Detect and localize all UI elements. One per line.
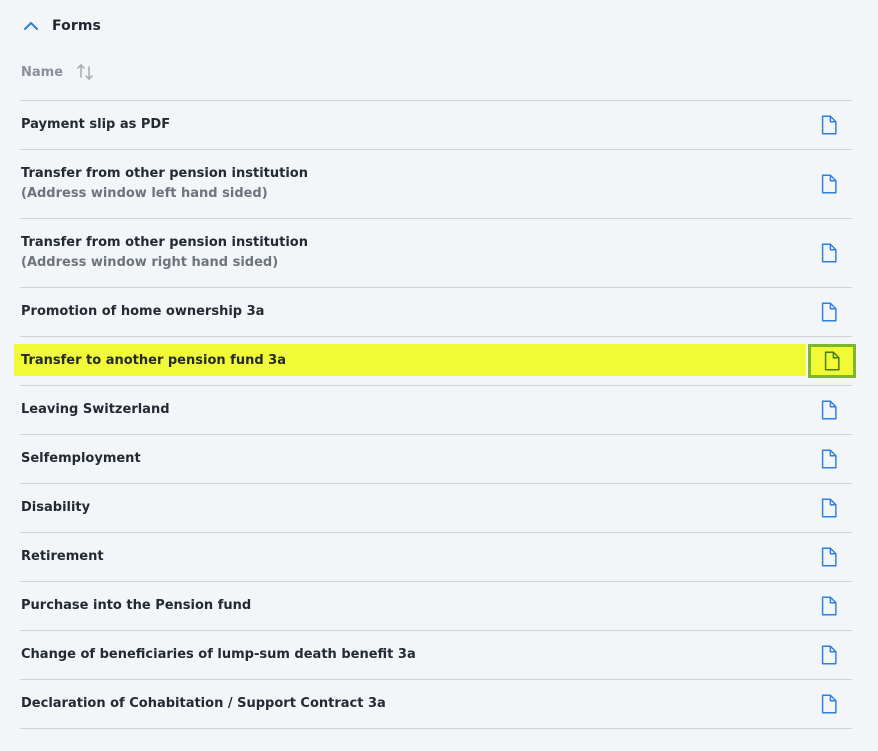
list-item-text: Selfemployment: [20, 449, 141, 469]
list-item-text: Disability: [20, 498, 90, 518]
document-icon[interactable]: [814, 169, 844, 199]
list-item-label: Promotion of home ownership 3a: [21, 304, 265, 319]
list-item[interactable]: Declaration of Cohabitation / Support Co…: [20, 680, 852, 729]
forms-page: Forms Name Payment slip as PDF Transfer f…: [0, 0, 878, 751]
list-item-label: Retirement: [21, 549, 104, 564]
list-item-text: Transfer to another pension fund 3a: [20, 351, 286, 371]
sort-icon[interactable]: [75, 62, 95, 82]
list-item[interactable]: Transfer from other pension institution (…: [20, 219, 852, 288]
list-item[interactable]: Retirement: [20, 533, 852, 582]
list-item-label: Transfer from other pension institution: [21, 235, 308, 250]
list-item[interactable]: Transfer to another pension fund 3a: [14, 337, 856, 386]
list-item-label: Selfemployment: [21, 451, 141, 466]
list-item-text: Declaration of Cohabitation / Support Co…: [20, 694, 386, 714]
list-item[interactable]: Leaving Switzerland: [20, 386, 852, 435]
document-icon[interactable]: [814, 110, 844, 140]
column-name-label: Name: [21, 64, 64, 80]
forms-section-toggle[interactable]: Forms: [20, 14, 101, 38]
document-icon[interactable]: [814, 689, 844, 719]
list-item[interactable]: Selfemployment: [20, 435, 852, 484]
document-icon[interactable]: [808, 344, 856, 378]
list-item-text: Payment slip as PDF: [20, 115, 170, 135]
list-item[interactable]: Purchase into the Pension fund: [20, 582, 852, 631]
document-icon[interactable]: [814, 591, 844, 621]
list-item-label: Payment slip as PDF: [21, 117, 171, 132]
list-item-text: Purchase into the Pension fund: [20, 596, 251, 616]
section-title: Forms: [52, 18, 101, 34]
document-icon[interactable]: [814, 542, 844, 572]
document-icon[interactable]: [814, 395, 844, 425]
list-item-text: Transfer from other pension institution (…: [20, 233, 308, 273]
list-item-label: Disability: [21, 500, 91, 515]
list-item-label: Change of beneficiaries of lump-sum deat…: [21, 647, 416, 662]
list-item[interactable]: Transfer from other pension institution (…: [20, 150, 852, 219]
list-item-sublabel: (Address window left hand sided): [21, 186, 268, 201]
document-icon[interactable]: [814, 493, 844, 523]
list-item-label: Transfer from other pension institution: [21, 166, 308, 181]
list-item-label: Leaving Switzerland: [21, 402, 170, 417]
forms-list: Payment slip as PDF Transfer from other p…: [14, 100, 856, 729]
document-icon[interactable]: [814, 238, 844, 268]
list-item-text: Retirement: [20, 547, 104, 567]
list-item-text: Transfer from other pension institution (…: [20, 164, 308, 204]
list-item-text: Leaving Switzerland: [20, 400, 170, 420]
list-item[interactable]: Change of beneficiaries of lump-sum deat…: [20, 631, 852, 680]
document-icon[interactable]: [814, 297, 844, 327]
document-icon[interactable]: [814, 444, 844, 474]
list-item-label: Purchase into the Pension fund: [21, 598, 252, 613]
list-item[interactable]: Promotion of home ownership 3a: [20, 288, 852, 337]
list-item-text: Change of beneficiaries of lump-sum deat…: [20, 645, 416, 665]
list-item[interactable]: Disability: [20, 484, 852, 533]
list-item-text: Promotion of home ownership 3a: [20, 302, 264, 322]
name-column-header[interactable]: Name: [21, 60, 95, 84]
document-icon[interactable]: [814, 640, 844, 670]
list-item-sublabel: (Address window right hand sided): [21, 255, 279, 270]
list-item-label: Declaration of Cohabitation / Support Co…: [21, 696, 386, 711]
list-item[interactable]: Payment slip as PDF: [20, 101, 852, 150]
list-item-label: Transfer to another pension fund 3a: [21, 353, 286, 368]
chevron-up-icon: [24, 22, 38, 30]
